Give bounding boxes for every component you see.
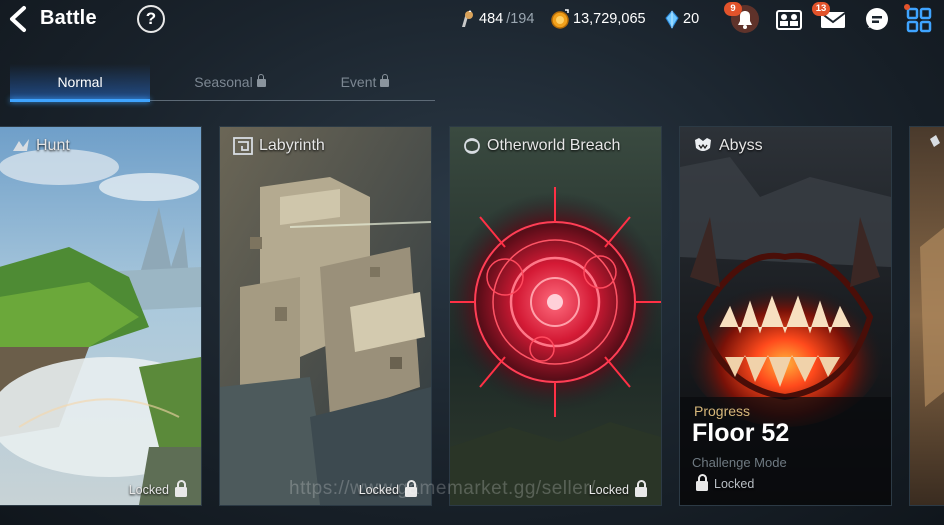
labyrinth-icon [233, 137, 253, 155]
mode-tabs: Normal Seasonal Event [10, 64, 435, 102]
help-button[interactable]: ? [137, 5, 165, 33]
crystal-counter[interactable]: 20 [664, 9, 699, 29]
tab-event[interactable]: Event [320, 64, 410, 100]
hunt-icon [13, 139, 29, 151]
breach-name: Otherworld Breach [487, 137, 621, 154]
stamina-counter[interactable]: 484 /194 [458, 9, 534, 29]
crystal-icon [665, 10, 679, 29]
lock-icon [635, 480, 647, 497]
breach-icon [464, 138, 480, 154]
guild-button[interactable] [774, 4, 804, 34]
abyss-art [680, 127, 891, 505]
labyrinth-title: Labyrinth [220, 135, 325, 157]
labyrinth-card[interactable]: Labyrinth Locked [219, 126, 432, 506]
mail-badge: 13 [812, 2, 830, 16]
lock-icon [175, 480, 187, 497]
abyss-challenge-mode: Challenge Mode [692, 455, 787, 470]
page-title: Battle [40, 7, 97, 29]
lock-icon [380, 74, 390, 87]
next-card-art [910, 127, 944, 505]
menu-button[interactable] [904, 4, 934, 34]
lock-icon [256, 74, 266, 87]
labyrinth-name: Labyrinth [259, 137, 325, 154]
lock-icon [696, 473, 708, 491]
labyrinth-art [220, 127, 431, 505]
hunt-name: Hunt [36, 137, 70, 154]
chat-icon [866, 8, 888, 30]
gold-counter[interactable]: 13,729,065 [550, 9, 646, 29]
group-icon [776, 10, 802, 30]
stamina-max: /194 [506, 11, 535, 27]
otherworld-breach-card[interactable]: Otherworld Breach Locked [449, 126, 662, 506]
abyss-challenge-lock-status: Locked [696, 473, 755, 491]
top-bar: Battle ? 484 /194 13,729,065 20 9 13 [0, 0, 944, 38]
gold-coin-icon [551, 9, 569, 29]
abyss-floor: Floor 52 [692, 419, 790, 447]
tab-seasonal[interactable]: Seasonal [170, 64, 290, 100]
stamina-icon [462, 10, 473, 27]
breach-title: Otherworld Breach [450, 135, 620, 157]
abyss-name: Abyss [719, 137, 763, 154]
tab-event-label: Event [340, 74, 377, 90]
gold-amount: 13,729,065 [573, 11, 646, 27]
tab-normal-label: Normal [57, 74, 103, 90]
hunt-lock-status: Locked [128, 480, 187, 497]
abyss-card[interactable]: Abyss Progress Floor 52 Challenge Mode L… [679, 126, 892, 506]
abyss-icon [695, 138, 711, 151]
hunt-locked-label: Locked [128, 482, 169, 497]
hunt-card[interactable]: Hunt Locked [0, 126, 202, 506]
hunt-title: Hunt [0, 135, 70, 157]
mail-button[interactable]: 13 [812, 2, 848, 34]
notifications-button[interactable]: 9 [724, 2, 760, 34]
abyss-title: Abyss [680, 135, 763, 157]
next-card-partial[interactable] [909, 126, 944, 506]
abyss-progress-label: Progress [694, 403, 751, 419]
watermark: https://www.gamemarket.gg/seller/... [289, 478, 614, 499]
abyss-challenge-locked-label: Locked [714, 477, 755, 491]
tab-normal[interactable]: Normal [10, 64, 150, 102]
tab-seasonal-label: Seasonal [194, 74, 253, 90]
stamina-current: 484 [479, 11, 504, 27]
hunt-art [0, 127, 201, 505]
grid-menu-icon [904, 4, 932, 33]
crystal-amount: 20 [683, 11, 700, 27]
back-arrow-icon[interactable] [6, 5, 32, 33]
breach-art [450, 127, 661, 505]
notifications-badge: 9 [724, 2, 742, 16]
chat-button[interactable] [862, 4, 892, 34]
